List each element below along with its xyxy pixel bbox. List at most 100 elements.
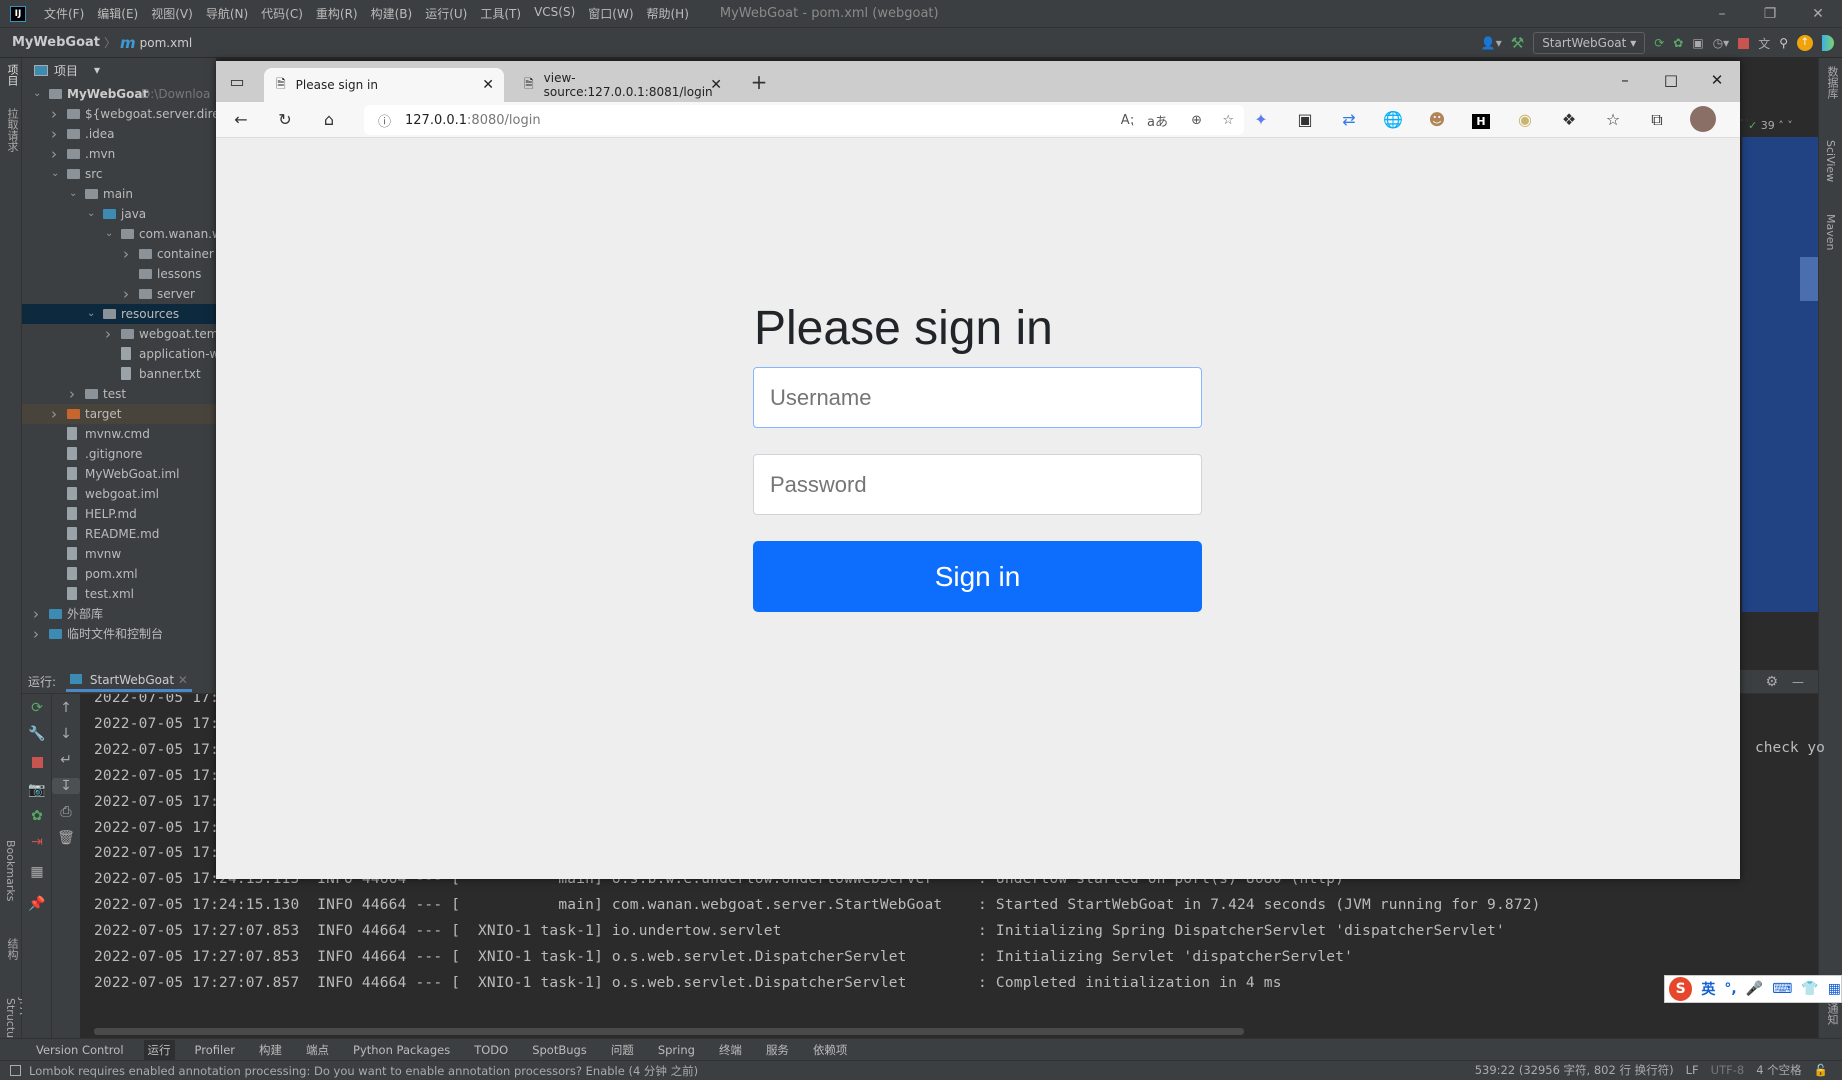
tool-window-button[interactable]: Spring (654, 1041, 699, 1059)
tree-item[interactable]: ⌄ java (22, 204, 216, 224)
chevron-right-icon[interactable]: › (33, 604, 39, 624)
url-text[interactable]: 127.0.0.1:8080/login (405, 113, 541, 128)
chevron-right-icon[interactable]: › (105, 324, 111, 344)
tree-item[interactable]: pom.xml (22, 564, 216, 584)
tool-window-button[interactable]: 服务 (762, 1040, 793, 1060)
editor-selection-area[interactable]: ✓ 39 ˄ ˅ (1742, 115, 1818, 612)
close-tab-icon[interactable]: ✕ (178, 673, 188, 687)
add-favorite-icon[interactable]: ☆ (1222, 113, 1234, 128)
menu-item[interactable]: 运行(U) (425, 5, 467, 22)
vertical-tabs-icon[interactable]: ▭ (226, 72, 248, 91)
tree-item[interactable]: banner.txt (22, 364, 216, 384)
scroll-to-end-icon[interactable]: ↧ (52, 778, 80, 794)
extension-ghost-icon[interactable]: ▣ (1294, 110, 1316, 129)
tree-item[interactable]: ⌄ com.wanan.w (22, 224, 216, 244)
restore-button[interactable]: ❐ (1746, 0, 1794, 28)
menu-item[interactable]: 重构(R) (316, 5, 358, 22)
browser-minimize-button[interactable]: – (1602, 61, 1648, 99)
read-aloud-icon[interactable]: A⁏ (1121, 113, 1134, 128)
chevron-down-icon[interactable]: ⌄ (105, 224, 113, 244)
profile-avatar[interactable] (1690, 106, 1716, 132)
print-icon[interactable]: ⎙ (52, 804, 80, 820)
tool-window-button[interactable]: 构建 (255, 1040, 286, 1060)
tree-item[interactable]: ⌄ main (22, 184, 216, 204)
tree-item[interactable]: › 外部库 (22, 604, 216, 624)
chevron-down-icon[interactable]: ⌄ (87, 204, 95, 224)
password-input[interactable] (753, 454, 1202, 515)
profile-icon[interactable]: ◷▾ (1713, 36, 1730, 50)
chevron-down-icon[interactable]: ⌄ (69, 184, 77, 204)
tree-item[interactable]: › .mvn (22, 144, 216, 164)
microphone-icon[interactable]: 🎤 (1746, 981, 1763, 997)
username-input[interactable] (753, 367, 1202, 428)
menu-item[interactable]: 代码(C) (261, 5, 303, 22)
home-icon[interactable]: ⌂ (318, 110, 340, 129)
tree-item[interactable]: test.xml (22, 584, 216, 604)
camera-icon[interactable]: 📷 (22, 782, 52, 798)
tree-item[interactable]: › server (22, 284, 216, 304)
file-encoding[interactable]: UTF-8 (1711, 1063, 1745, 1077)
tree-item[interactable]: ⌄ resources (22, 304, 216, 324)
run-config-select[interactable]: StartWebGoat ▾ (1533, 32, 1646, 54)
menu-item[interactable]: 帮助(H) (647, 5, 689, 22)
menu-item[interactable]: 窗口(W) (588, 5, 633, 22)
tree-item[interactable]: lessons (22, 264, 216, 284)
sign-in-button[interactable]: Sign in (753, 541, 1202, 612)
chevron-down-icon[interactable]: ⌄ (87, 304, 95, 324)
layout-icon[interactable]: ▦ (22, 864, 52, 880)
pin-icon[interactable]: 📌 (22, 896, 52, 912)
tree-item[interactable]: webgoat.iml (22, 484, 216, 504)
notifications-tool-tab[interactable]: 通知 (1824, 1003, 1840, 1025)
arrow-down-icon[interactable]: ↓ (52, 726, 80, 742)
sciview-tool-tab[interactable]: SciView (1824, 140, 1837, 182)
debug-icon[interactable]: ✿ (1673, 36, 1683, 50)
refresh-icon[interactable]: ↻ (274, 110, 296, 129)
tree-item[interactable]: mvnw (22, 544, 216, 564)
status-message[interactable]: Lombok requires enabled annotation proce… (29, 1063, 698, 1079)
close-tab-icon[interactable]: ✕ (482, 77, 494, 93)
tree-item[interactable]: › ${webgoat.server.direc (22, 104, 216, 124)
chevron-down-icon[interactable]: ⌄ (33, 84, 41, 104)
tool-window-button[interactable]: 终端 (715, 1040, 746, 1060)
run-tab[interactable]: StartWebGoat ✕ (66, 671, 192, 692)
settings-icon[interactable]: ⚙ (1765, 674, 1778, 690)
debug-attach-icon[interactable]: ✿ (22, 808, 52, 824)
new-tab-button[interactable]: + (748, 70, 770, 94)
menu-item[interactable]: 导航(N) (206, 5, 248, 22)
tree-item[interactable]: ⌄ MyWebGoat D:\Downloa (22, 84, 216, 104)
caret-position[interactable]: 539:22 (32956 字符, 802 行 换行符) (1475, 1062, 1674, 1078)
build-hammer-icon[interactable]: ⚒ (1511, 34, 1524, 52)
tab-please-sign-in[interactable]: 🗎 Please sign in ✕ (264, 68, 504, 102)
update-icon[interactable]: ↑ (1797, 35, 1813, 51)
tree-item[interactable]: application-w (22, 344, 216, 364)
trash-icon[interactable]: 🗑 (52, 830, 80, 846)
chevron-right-icon[interactable]: › (51, 404, 57, 424)
maven-tool-tab[interactable]: Maven (1824, 214, 1837, 250)
console-horizontal-scrollbar[interactable] (94, 1028, 1244, 1035)
tool-window-button[interactable]: Python Packages (349, 1041, 454, 1059)
chevron-right-icon[interactable]: › (51, 144, 57, 164)
tab-view-source[interactable]: 🗎 view-source:127.0.0.1:8081/login ✕ (512, 68, 724, 102)
tree-item[interactable]: › 临时文件和控制台 (22, 624, 216, 644)
database-tool-tab[interactable]: 数据库 (1824, 66, 1840, 99)
pull-requests-tool-tab[interactable]: 拉取请求 (4, 108, 20, 152)
close-button[interactable]: ✕ (1794, 0, 1842, 28)
tool-window-button[interactable]: TODO (470, 1041, 512, 1059)
tree-item[interactable]: › test (22, 384, 216, 404)
extension-bird-icon[interactable]: ✦ (1250, 110, 1272, 129)
tool-window-button[interactable]: 运行 (143, 1039, 175, 1060)
info-icon[interactable]: ⓘ (378, 111, 391, 130)
menu-item[interactable]: VCS(S) (534, 5, 575, 22)
indent-setting[interactable]: 4 个空格 (1756, 1062, 1801, 1078)
collections-icon[interactable]: ⧉ (1646, 110, 1668, 130)
tree-item[interactable]: .gitignore (22, 444, 216, 464)
tree-item[interactable]: › container (22, 244, 216, 264)
structure-tool-tab[interactable]: 结构 (4, 938, 20, 960)
tree-item[interactable]: › target (22, 404, 216, 424)
tree-item[interactable]: HELP.md (22, 504, 216, 524)
chevron-right-icon[interactable]: › (51, 104, 57, 124)
coverage-icon[interactable]: ▣ (1692, 36, 1703, 50)
toolbox-icon[interactable]: ▦ (1828, 981, 1841, 997)
chevron-right-icon[interactable]: › (69, 384, 75, 404)
menu-item[interactable]: 视图(V) (151, 5, 193, 22)
